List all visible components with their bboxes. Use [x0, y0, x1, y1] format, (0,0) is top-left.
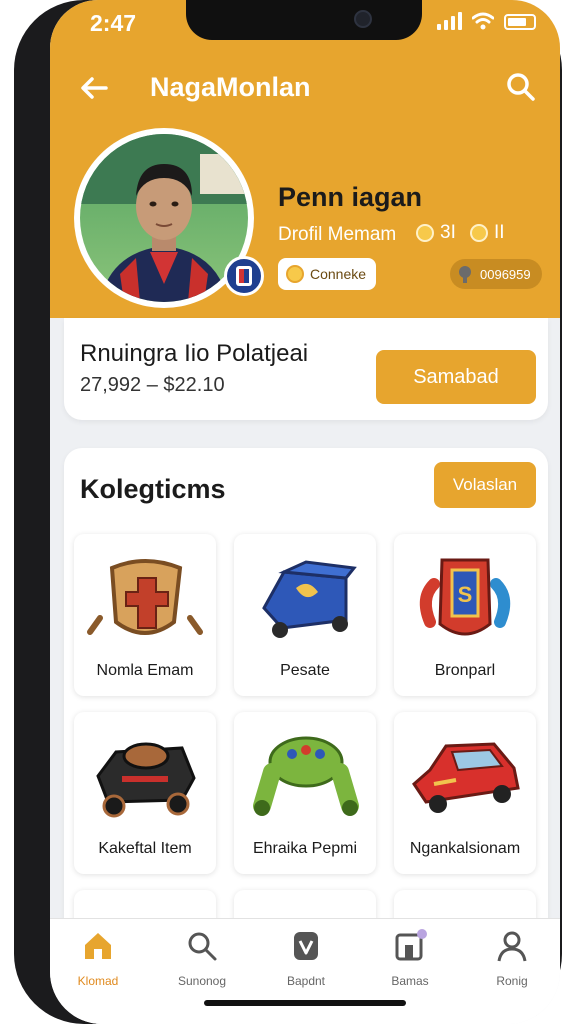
collection-item[interactable]: Ngankalsionam	[394, 712, 536, 874]
tab-search-label: Sunonog	[177, 974, 227, 988]
collection-item[interactable]: S Bronparl	[394, 534, 536, 696]
notch	[186, 0, 422, 40]
tab-profile[interactable]: Ronig	[464, 929, 560, 988]
status-time: 2:47	[90, 10, 137, 36]
status-icons	[437, 12, 536, 30]
profile-stat-1: 3I	[416, 222, 456, 244]
collection-item-label: Ehraika Pepmi	[252, 840, 358, 857]
front-camera	[354, 10, 372, 28]
profile-subtitle: Drofil Memam	[278, 224, 397, 245]
coin-icon	[416, 224, 434, 242]
crest-icon: S	[419, 558, 511, 636]
svg-text:S: S	[458, 582, 473, 607]
blue-cart-icon	[262, 560, 357, 638]
collection-item[interactable]: Kakeftal Item	[74, 712, 216, 874]
search-icon	[188, 932, 217, 961]
red-car-icon	[412, 742, 520, 813]
tab-badge[interactable]: Bapdnt	[258, 929, 354, 988]
tab-games-label: Bamas	[391, 974, 429, 988]
collection-item-label: Ngankalsionam	[409, 840, 521, 857]
home-indicator	[204, 1000, 406, 1006]
price-card: Rnuingra Iio Polatjeai 27,992 – $22.10 S…	[64, 318, 548, 420]
profile-stat-2: II	[470, 222, 505, 244]
price-title: Rnuingra Iio Polatjeai	[80, 340, 309, 367]
id-pill-value: 0096959	[480, 266, 531, 282]
green-controller-icon	[253, 736, 359, 816]
collections-view-button[interactable]: Volaslan	[434, 462, 536, 508]
collections-title: Kolegticms	[80, 474, 226, 504]
profile-name: Penn iagan	[278, 182, 423, 212]
price-range: 27,992 – $22.10	[80, 374, 225, 396]
collection-item-label: Pesate	[280, 662, 330, 679]
phone-frame: 2:47 NagaMonlan Penn iagan Drofil Memam …	[14, 0, 562, 1024]
id-pill: 0096959	[450, 259, 542, 289]
battery-icon	[504, 14, 536, 30]
key-icon	[459, 266, 471, 283]
tab-badge-label: Bapdnt	[286, 974, 326, 988]
profile-icon	[497, 931, 527, 962]
price-action-button[interactable]: Samabad	[376, 350, 536, 404]
shield-cross-icon	[87, 559, 203, 635]
connect-pill-label: Conneke	[310, 266, 367, 282]
badge-icon	[294, 932, 318, 960]
search-icon[interactable]	[504, 70, 536, 102]
team-badge-icon	[224, 256, 264, 296]
game-icon	[395, 929, 427, 961]
black-cart-icon	[96, 742, 196, 818]
screen: 2:47 NagaMonlan Penn iagan Drofil Memam …	[50, 0, 560, 1024]
collection-item-label: Nomla Emam	[96, 662, 194, 679]
connect-pill[interactable]: Conneke	[278, 258, 376, 290]
avatar-photo	[80, 134, 248, 302]
tab-games[interactable]: Bamas	[362, 929, 458, 988]
collections-card: Kolegticms Volaslan Nomla Emam Pesate S …	[64, 448, 548, 1024]
collection-item-label: Bronparl	[434, 662, 496, 679]
tab-home-label: Klomad	[77, 974, 119, 988]
signal-icon	[437, 12, 462, 30]
coin-icon	[286, 265, 304, 283]
collection-item-label: Kakeftal Item	[98, 840, 192, 857]
profile-stat-2-value: II	[494, 222, 505, 243]
home-icon	[85, 933, 111, 959]
collection-item[interactable]: Nomla Emam	[74, 534, 216, 696]
app-title: NagaMonlan	[150, 72, 311, 102]
tab-home[interactable]: Klomad	[50, 929, 146, 988]
tab-profile-label: Ronig	[496, 974, 528, 988]
wifi-icon	[472, 12, 494, 30]
profile-stat-1-value: 3I	[440, 222, 456, 243]
coin-icon	[470, 224, 488, 242]
tab-search[interactable]: Sunonog	[154, 929, 250, 988]
collection-item[interactable]: Ehraika Pepmi	[234, 712, 376, 874]
collection-item[interactable]: Pesate	[234, 534, 376, 696]
tab-bar: Klomad Sunonog Bapdnt Bamas Ronig	[50, 918, 560, 1024]
back-arrow-icon[interactable]	[78, 72, 110, 104]
